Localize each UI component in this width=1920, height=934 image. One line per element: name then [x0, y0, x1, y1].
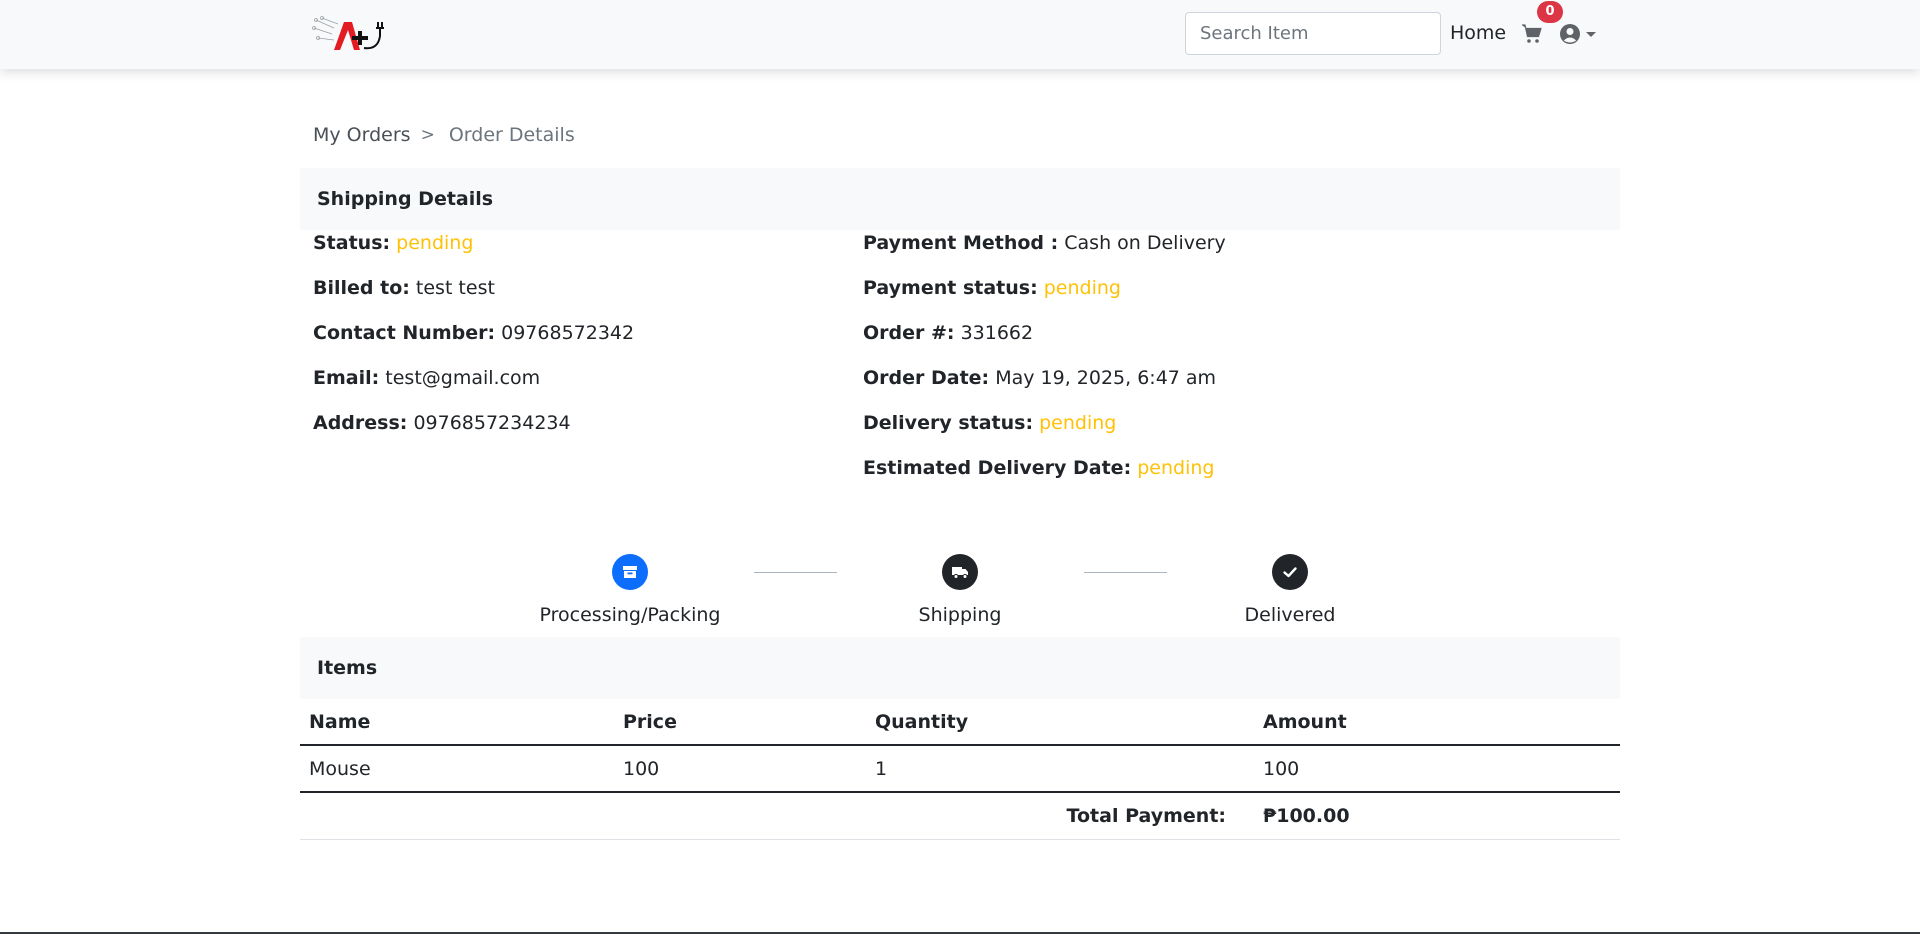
detail-order-date: Order Date: May 19, 2025, 6:47 am: [863, 367, 1217, 389]
table-row: Mouse 100 1 100: [300, 745, 1620, 793]
breadcrumb: My Orders > Order Details: [313, 124, 575, 146]
items-header: Items: [300, 637, 1620, 699]
progress-step-label: Shipping: [918, 604, 1002, 626]
detail-address: Address: 0976857234234: [313, 412, 571, 434]
user-menu-dropdown[interactable]: [1559, 23, 1597, 45]
box-icon: [612, 554, 648, 590]
shipping-details-header: Shipping Details: [300, 168, 1620, 230]
breadcrumb-separator: >: [420, 125, 435, 145]
detail-payment-status: Payment status: pending: [863, 277, 1121, 299]
detail-contact-number: Contact Number: 09768572342: [313, 322, 635, 344]
brand-logo[interactable]: [312, 14, 390, 54]
detail-delivery-status: Delivery status: pending: [863, 412, 1117, 434]
check-icon: [1272, 554, 1308, 590]
cell-name: Mouse: [300, 745, 614, 793]
progress-connector: [1084, 572, 1167, 573]
status-value: pending: [396, 232, 474, 254]
detail-order-number: Order #: 331662: [863, 322, 1034, 344]
progress-step-processing: Processing/Packing: [500, 554, 760, 626]
column-header-quantity: Quantity: [866, 699, 1254, 746]
total-payment-label: Total Payment:: [866, 792, 1254, 840]
cell-amount: 100: [1254, 745, 1620, 793]
cell-quantity: 1: [866, 745, 1254, 793]
column-header-amount: Amount: [1254, 699, 1620, 746]
cell-price: 100: [614, 745, 866, 793]
total-row: Total Payment: ₱100.00: [300, 792, 1620, 840]
total-payment-value: ₱100.00: [1254, 792, 1620, 840]
shopping-cart-icon[interactable]: [1520, 22, 1544, 46]
detail-estimated-delivery: Estimated Delivery Date: pending: [863, 457, 1215, 479]
progress-step-label: Delivered: [1244, 604, 1336, 626]
user-circle-icon: [1560, 24, 1580, 44]
column-header-price: Price: [614, 699, 866, 746]
progress-step-label: Processing/Packing: [539, 604, 721, 626]
breadcrumb-my-orders[interactable]: My Orders: [313, 124, 411, 146]
table-header-row: Name Price Quantity Amount: [300, 699, 1620, 746]
detail-email: Email: test@gmail.com: [313, 367, 541, 389]
search-input[interactable]: [1185, 12, 1441, 55]
navbar: Home 0: [0, 0, 1920, 69]
progress-step-shipping: Shipping: [830, 554, 1090, 626]
progress-connector: [754, 572, 837, 573]
cart-count-badge: 0: [1537, 1, 1563, 23]
breadcrumb-current: Order Details: [448, 124, 575, 146]
nav-home-link[interactable]: Home: [1450, 22, 1506, 44]
detail-payment-method: Payment Method : Cash on Delivery: [863, 232, 1226, 254]
items-table: Name Price Quantity Amount Mouse 100 1 1…: [300, 699, 1620, 840]
detail-status: Status: pending: [313, 232, 474, 254]
progress-step-delivered: Delivered: [1160, 554, 1420, 626]
detail-billed-to: Billed to: test test: [313, 277, 495, 299]
truck-icon: [942, 554, 978, 590]
column-header-name: Name: [300, 699, 614, 746]
caret-down-icon: [1586, 32, 1596, 37]
